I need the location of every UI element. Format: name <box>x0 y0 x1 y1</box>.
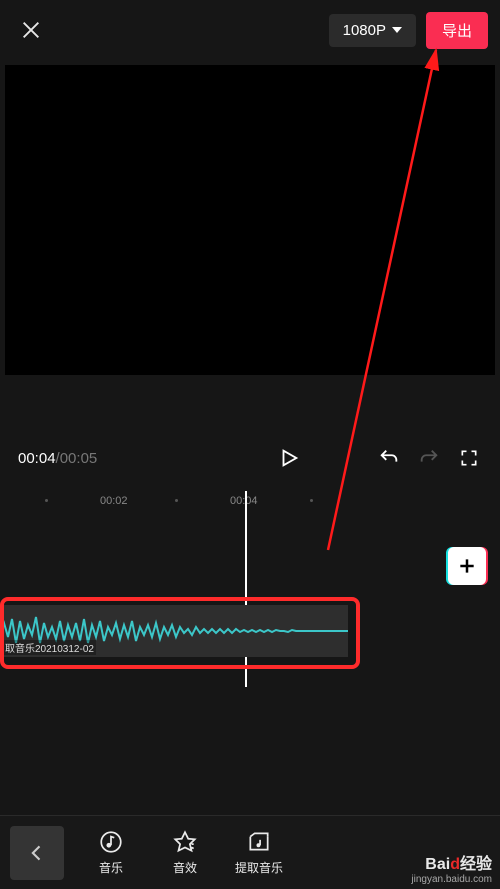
video-preview[interactable] <box>5 65 495 375</box>
tool-music[interactable]: 音乐 <box>74 829 148 876</box>
export-label: 导出 <box>442 23 472 40</box>
sfx-icon <box>172 829 198 855</box>
music-icon <box>98 829 124 855</box>
time-display: 00:04/00:05 <box>18 450 97 467</box>
total-time: 00:05 <box>60 450 98 467</box>
back-button[interactable] <box>10 826 64 880</box>
add-clip-button[interactable] <box>448 547 486 585</box>
audio-clip[interactable]: 取音乐20210312-02 <box>0 605 348 657</box>
tool-sfx[interactable]: 音效 <box>148 829 222 876</box>
playhead[interactable] <box>245 491 247 687</box>
chevron-down-icon <box>392 27 402 33</box>
chevron-left-icon <box>27 843 47 863</box>
top-bar: 1080P 导出 <box>0 0 500 60</box>
tool-label: 音效 <box>173 859 197 876</box>
close-button[interactable] <box>18 17 44 43</box>
tool-label: 提取音乐 <box>235 859 283 876</box>
ruler-tick: 00:02 <box>100 495 128 507</box>
play-icon <box>278 447 300 469</box>
resolution-label: 1080P <box>343 22 386 39</box>
current-time: 00:04 <box>18 450 56 467</box>
undo-icon <box>378 447 400 469</box>
audio-clip-label: 取音乐20210312-02 <box>3 640 96 655</box>
tool-label: 音乐 <box>99 859 123 876</box>
resolution-button[interactable]: 1080P <box>329 14 416 47</box>
timeline-ruler[interactable]: 00:02 00:04 <box>0 491 500 517</box>
redo-button <box>416 445 442 471</box>
fullscreen-button[interactable] <box>456 445 482 471</box>
extract-icon <box>246 829 272 855</box>
play-button[interactable] <box>276 445 302 471</box>
tool-extract-music[interactable]: 提取音乐 <box>222 829 296 876</box>
ruler-tick: 00:04 <box>230 495 258 507</box>
plus-icon <box>457 556 477 576</box>
fullscreen-icon <box>459 448 479 468</box>
export-button[interactable]: 导出 <box>426 12 488 49</box>
timeline[interactable]: 取音乐20210312-02 <box>0 517 500 687</box>
playback-controls: 00:04/00:05 <box>0 425 500 491</box>
close-icon <box>20 19 42 41</box>
redo-icon <box>418 447 440 469</box>
bottom-toolbar: 音乐 音效 提取音乐 <box>0 815 500 889</box>
undo-button[interactable] <box>376 445 402 471</box>
